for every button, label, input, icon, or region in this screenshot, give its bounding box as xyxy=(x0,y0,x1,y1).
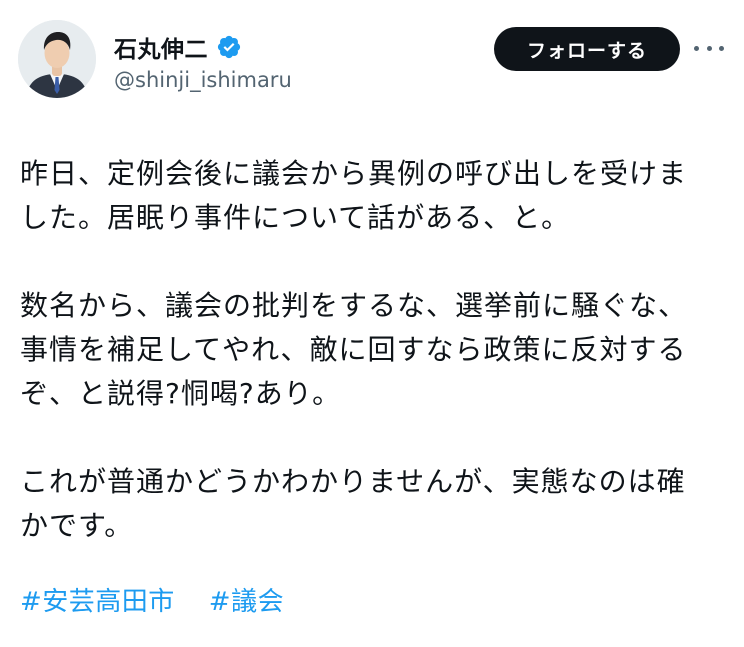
name-row: 石丸伸二 xyxy=(114,30,242,64)
more-dot xyxy=(694,45,699,51)
follow-button[interactable]: フォローする xyxy=(494,27,680,71)
verified-badge-icon xyxy=(216,34,242,60)
more-dot xyxy=(706,45,712,51)
display-name[interactable]: 石丸伸二 xyxy=(114,30,208,64)
tweet-line: 昨日、定例会後に議会から異例の呼び出しを受けま xyxy=(20,157,688,190)
tweet-text: 昨日、定例会後に議会から異例の呼び出しを受けま した。居眠り事件について話がある… xyxy=(20,152,736,548)
user-handle[interactable]: @shinji_ishimaru xyxy=(114,68,292,92)
hashtag-list: #安芸高田市 #議会 xyxy=(20,582,284,622)
tweet-line: した。居眠り事件について話がある、と。 xyxy=(20,201,571,234)
tweet-line: 数名から、議会の批判をするな、選挙前に騒ぐな、 xyxy=(20,289,688,322)
tweet-line: 事情を補足してやれ、敵に回すなら政策に反対する xyxy=(20,333,687,366)
more-options-icon[interactable] xyxy=(694,36,724,60)
tweet-paragraph: 昨日、定例会後に議会から異例の呼び出しを受けま した。居眠り事件について話がある… xyxy=(20,152,736,240)
avatar[interactable] xyxy=(18,20,96,98)
tweet-line: かです。 xyxy=(20,509,134,542)
tweet-paragraph: これが普通かどうかわかりませんが、実態なのは確 かです。 xyxy=(20,460,736,548)
tweet-line: ぞ、と説得?恫喝?あり。 xyxy=(20,377,342,410)
tweet-header: 石丸伸二 @shinji_ishimaru フォローする xyxy=(0,0,744,120)
tweet-line: これが普通かどうかわかりませんが、実態なのは確 xyxy=(20,465,686,498)
more-dot xyxy=(719,45,724,51)
hashtag-link[interactable]: #議会 xyxy=(209,582,284,622)
tweet-paragraph: 数名から、議会の批判をするな、選挙前に騒ぐな、 事情を補足してやれ、敵に回すなら… xyxy=(20,284,736,416)
profile-photo-icon xyxy=(18,20,96,98)
hashtag-link[interactable]: #安芸高田市 xyxy=(20,582,175,622)
